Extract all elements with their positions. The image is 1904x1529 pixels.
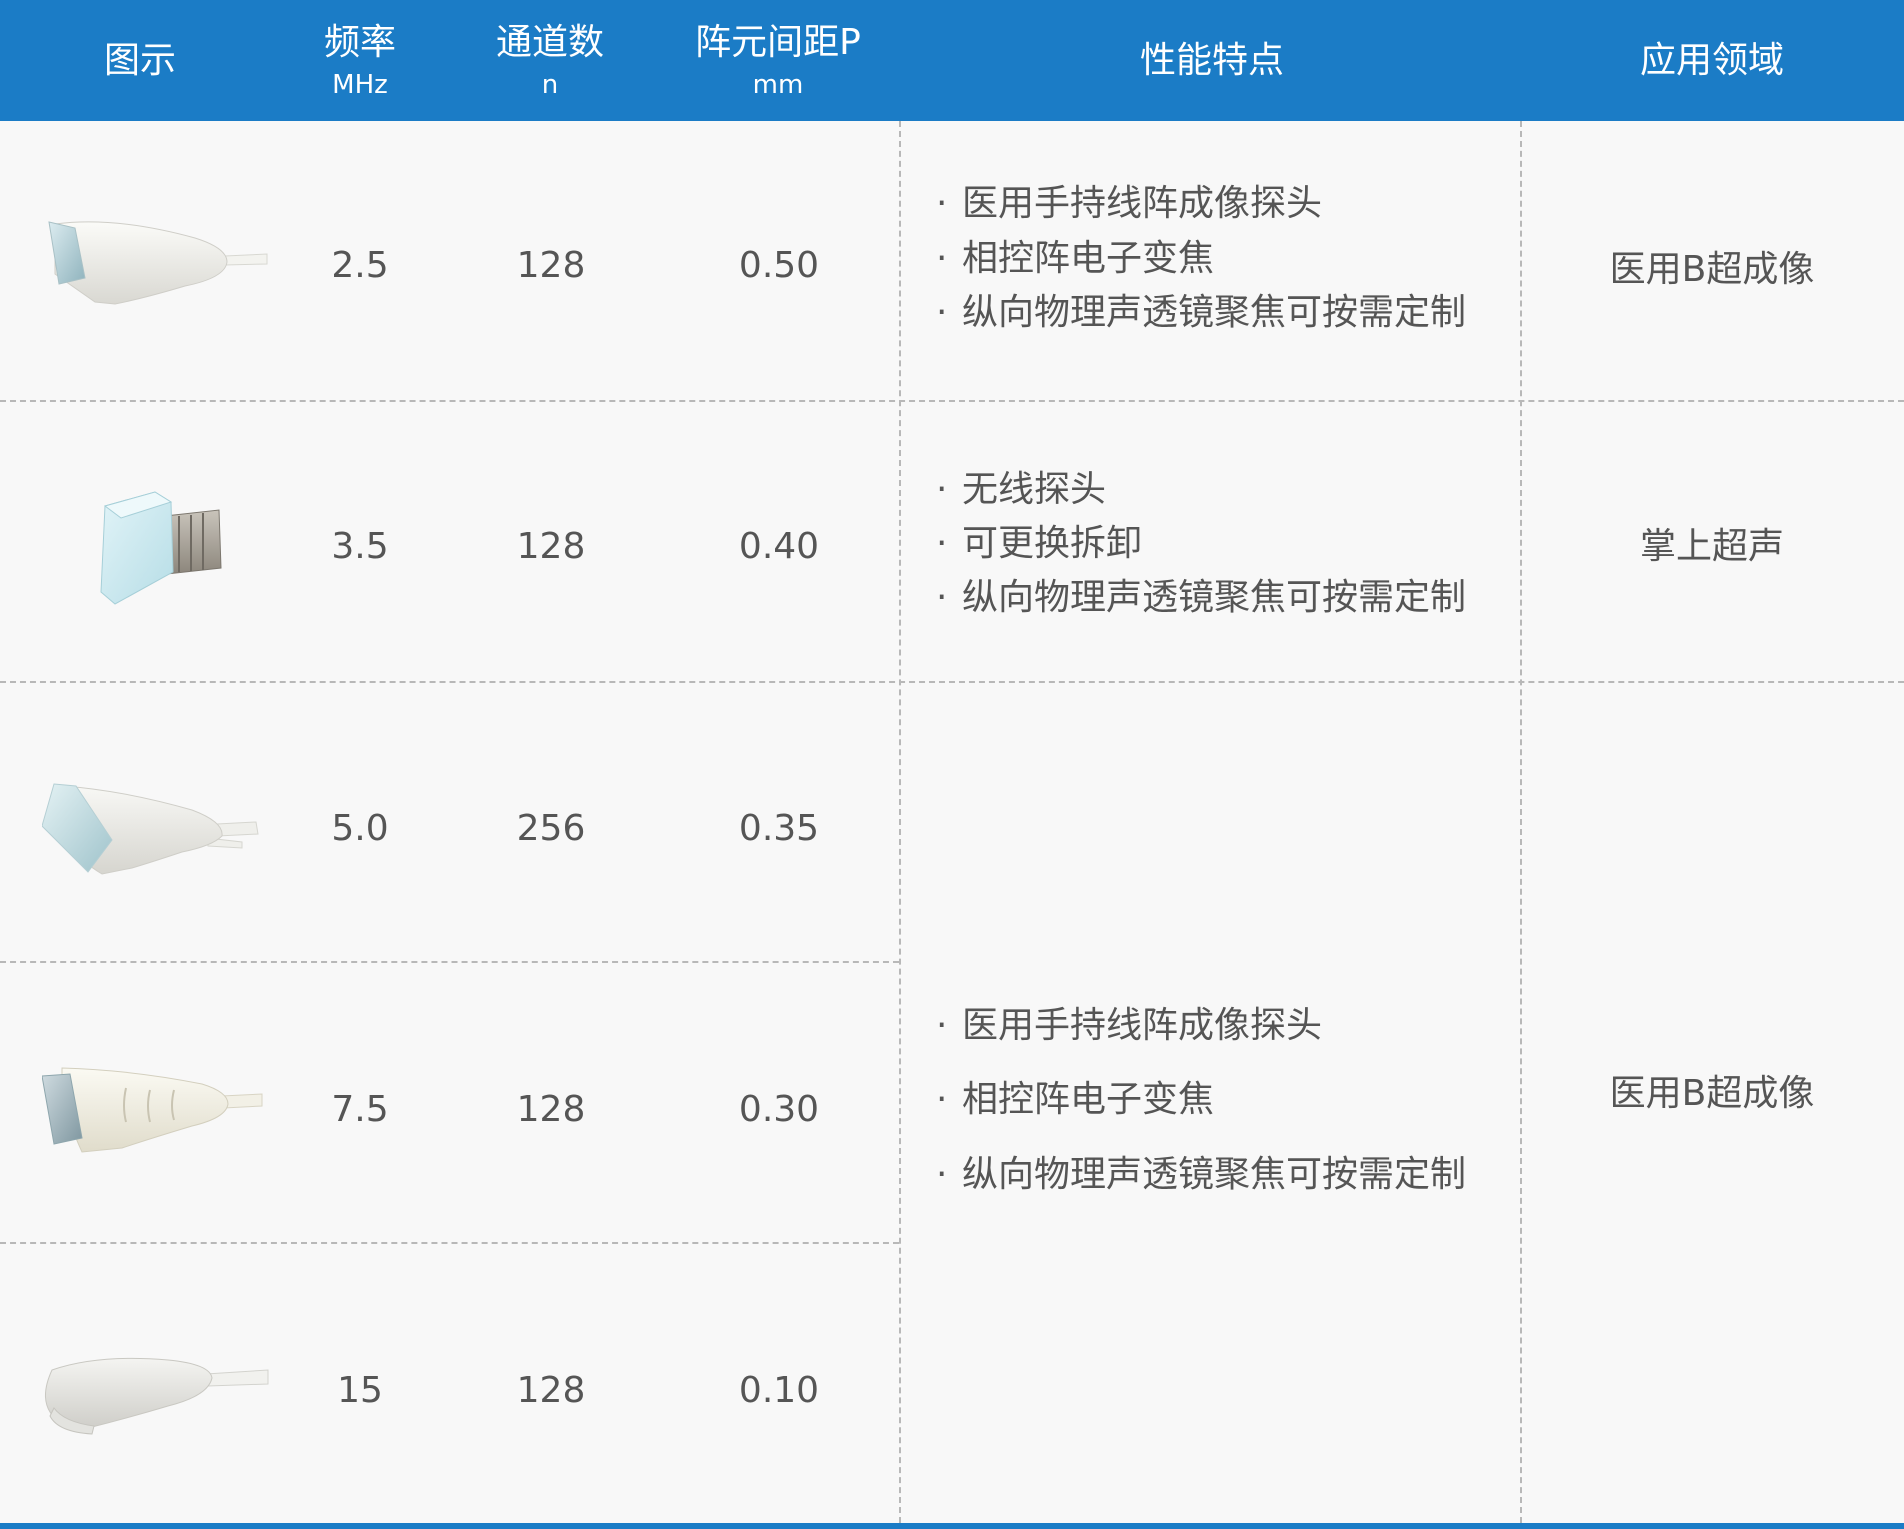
- table-header: 图示 频率 MHz 通道数 n 阵元间距P mm 性能特点 应用领域: [0, 0, 1904, 121]
- linear-probe-icon: [41, 782, 267, 881]
- application-value: 医用B超成像: [1609, 1073, 1815, 1114]
- header-frequency: 频率 MHz: [260, 0, 460, 121]
- header-application-label: 应用领域: [1639, 40, 1784, 81]
- column-divider: [1520, 121, 1522, 1523]
- header-pitch: 阵元间距P mm: [658, 0, 898, 121]
- row-divider: [0, 400, 1904, 402]
- frequency-value: 7.5: [331, 1089, 389, 1130]
- feature-text: 医用手持线阵成像探头: [962, 183, 1323, 224]
- channels-value: 128: [516, 1370, 586, 1411]
- header-image-label: 图示: [103, 40, 176, 81]
- feature-item: · 纵向物理声透镜聚焦可按需定制: [936, 578, 1466, 618]
- bullet: ·: [936, 523, 948, 564]
- feature-item: · 纵向物理声透镜聚焦可按需定制: [936, 1155, 1466, 1195]
- linear-probe-icon: [41, 1066, 267, 1160]
- probe-spec-table: 图示 频率 MHz 通道数 n 阵元间距P mm 性能特点 应用领域 2.5 1…: [0, 0, 1904, 1529]
- wireless-probe-icon: [95, 488, 225, 612]
- feature-item: · 可更换拆卸: [936, 524, 1142, 564]
- feature-text: 纵向物理声透镜聚焦可按需定制: [962, 577, 1467, 618]
- bullet: ·: [936, 292, 948, 333]
- feature-item: · 纵向物理声透镜聚焦可按需定制: [936, 293, 1466, 333]
- column-divider: [899, 121, 901, 1523]
- pitch-value: 0.35: [738, 808, 820, 849]
- frequency-value: 5.0: [331, 808, 389, 849]
- application-value: 医用B超成像: [1609, 249, 1815, 290]
- header-pitch-unit: mm: [752, 70, 804, 100]
- frequency-value: 3.5: [331, 526, 389, 567]
- feature-text: 纵向物理声透镜聚焦可按需定制: [962, 1154, 1467, 1195]
- channels-value: 128: [516, 526, 586, 567]
- bullet: ·: [936, 238, 948, 279]
- feature-item: · 医用手持线阵成像探头: [936, 184, 1322, 224]
- pitch-value: 0.50: [738, 245, 820, 286]
- row-divider: [0, 1242, 899, 1244]
- feature-text: 相控阵电子变焦: [962, 238, 1215, 279]
- feature-text: 可更换拆卸: [962, 523, 1143, 564]
- pitch-value: 0.10: [738, 1370, 820, 1411]
- bullet: ·: [936, 577, 948, 618]
- channels-value: 128: [516, 245, 586, 286]
- header-channels-unit: n: [541, 70, 559, 100]
- header-features-label: 性能特点: [1139, 40, 1284, 81]
- application-value: 掌上超声: [1639, 526, 1785, 567]
- channels-value: 256: [516, 808, 586, 849]
- feature-item: · 无线探头: [936, 470, 1106, 510]
- feature-item: · 相控阵电子变焦: [936, 239, 1214, 279]
- row-divider: [0, 681, 1904, 683]
- feature-item: · 医用手持线阵成像探头: [936, 1006, 1322, 1046]
- feature-text: 医用手持线阵成像探头: [962, 1005, 1323, 1046]
- channels-value: 128: [516, 1089, 586, 1130]
- bullet: ·: [936, 183, 948, 224]
- feature-text: 无线探头: [962, 469, 1107, 510]
- bullet: ·: [936, 1079, 948, 1120]
- table-bottom-border: [0, 1523, 1904, 1529]
- header-image: 图示: [40, 0, 240, 121]
- linear-probe-icon: [45, 218, 270, 312]
- feature-item: · 相控阵电子变焦: [936, 1080, 1214, 1120]
- row-divider: [0, 961, 899, 963]
- bullet: ·: [936, 1154, 948, 1195]
- header-frequency-unit: MHz: [332, 70, 388, 100]
- frequency-value: 2.5: [331, 245, 389, 286]
- header-features: 性能特点: [1012, 0, 1412, 121]
- pitch-value: 0.40: [738, 526, 820, 567]
- pitch-value: 0.30: [738, 1089, 820, 1130]
- bullet: ·: [936, 469, 948, 510]
- feature-text: 纵向物理声透镜聚焦可按需定制: [962, 292, 1467, 333]
- header-channels-label: 通道数: [495, 22, 604, 63]
- header-frequency-label: 频率: [323, 22, 396, 63]
- feature-text: 相控阵电子变焦: [962, 1079, 1215, 1120]
- frequency-value: 15: [337, 1370, 383, 1411]
- bullet: ·: [936, 1005, 948, 1046]
- header-channels: 通道数 n: [450, 0, 650, 121]
- header-application: 应用领域: [1520, 0, 1904, 121]
- header-pitch-label: 阵元间距P: [695, 22, 861, 63]
- linear-probe-icon: [38, 1356, 273, 1440]
